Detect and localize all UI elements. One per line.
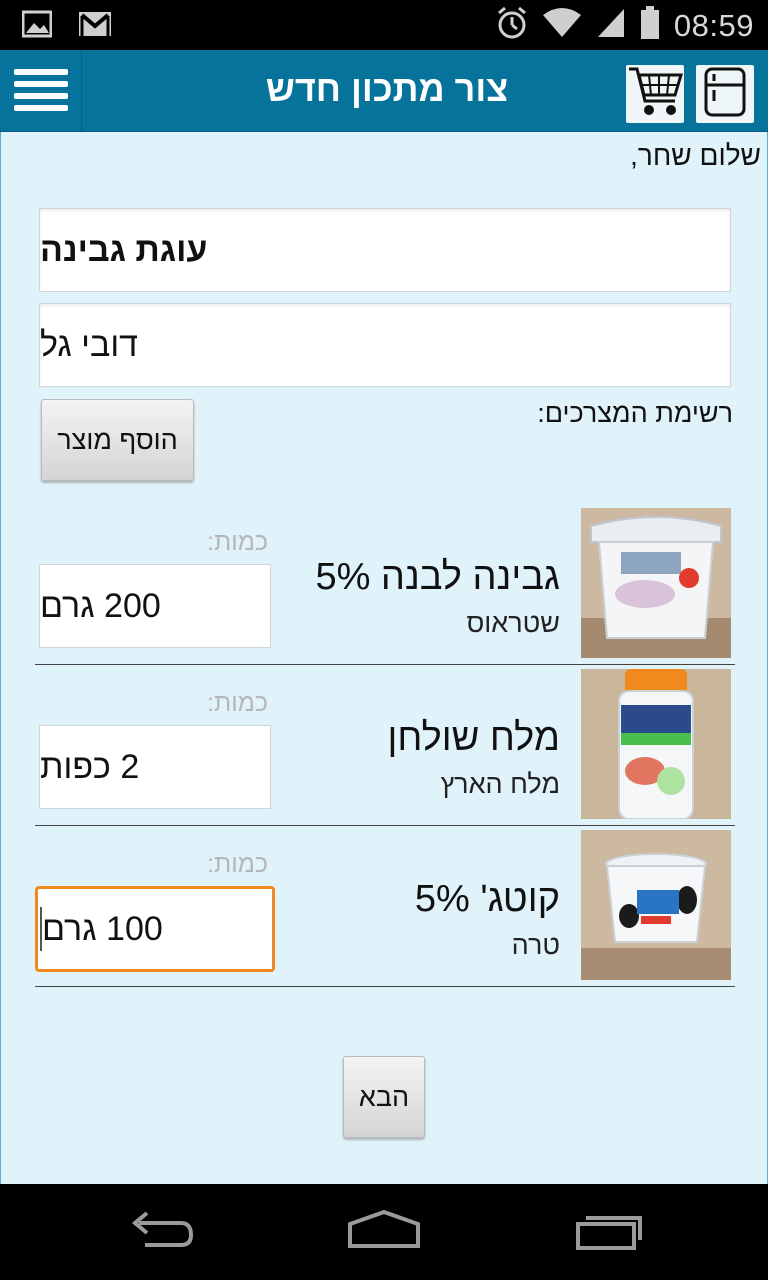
quantity-label: כמות: [207, 689, 269, 717]
ingredient-name: מלח שולחן [387, 717, 560, 759]
fridge-icon [703, 67, 747, 122]
back-icon [125, 1210, 195, 1254]
quantity-input[interactable]: 2 כפות [39, 725, 271, 809]
cottage-cheese-image [581, 830, 731, 980]
hamburger-menu-icon [13, 67, 68, 116]
author-input[interactable]: דובי גל [39, 303, 731, 387]
quantity-value: 100 גרם [42, 909, 163, 948]
shopping-cart-icon [627, 65, 684, 124]
menu-button[interactable] [0, 50, 82, 132]
recipe-name-input[interactable]: עוגת גבינה [39, 208, 731, 292]
recent-apps-button[interactable] [560, 1204, 660, 1260]
ingredient-row: מלח שולחן מלח הארץ כמות: 2 כפות [35, 665, 735, 826]
quantity-input[interactable]: 200 גרם [39, 564, 271, 648]
quantity-label: כמות: [207, 528, 269, 556]
home-icon [346, 1209, 422, 1255]
ingredient-brand: שטראוס [466, 608, 560, 638]
back-button[interactable] [110, 1204, 210, 1260]
ingredient-brand: מלח הארץ [440, 769, 560, 799]
fridge-button[interactable] [696, 65, 754, 123]
cart-button[interactable] [626, 65, 684, 123]
white-cheese-image [581, 508, 731, 658]
battery-icon [640, 6, 660, 45]
app-bar: צור מתכון חדש [0, 50, 768, 132]
ingredients-list-label: רשימת המצרכים: [537, 398, 733, 428]
greeting-text: שלום שחר, [630, 140, 761, 171]
text-cursor [40, 907, 42, 951]
gallery-icon [21, 10, 53, 43]
navigation-bar [0, 1184, 768, 1280]
salt-image [581, 669, 731, 819]
gmail-icon [78, 10, 112, 43]
ingredient-brand: טרה [511, 930, 560, 960]
status-bar: 08:59 [0, 0, 768, 50]
signal-icon [596, 7, 626, 44]
home-button[interactable] [334, 1204, 434, 1260]
ingredient-row: גבינה לבנה 5% שטראוס כמות: 200 גרם [35, 504, 735, 665]
recipe-form: שלום שחר, עוגת גבינה דובי גל רשימת המצרכ… [0, 132, 768, 1184]
recent-apps-icon [574, 1210, 646, 1255]
ingredient-name: גבינה לבנה 5% [315, 556, 560, 598]
add-product-button[interactable]: הוסף מוצר [41, 399, 194, 481]
ingredient-row: קוטג' 5% טרה כמות: 100 גרם [35, 826, 735, 987]
wifi-icon [542, 7, 582, 44]
screen: 08:59 צור מתכון חדש שלום שחר, עוגת גבינה… [0, 0, 768, 1280]
alarm-icon [496, 6, 528, 45]
quantity-label: כמות: [207, 850, 269, 878]
page-title: צור מתכון חדש [265, 68, 509, 109]
quantity-input-focused[interactable]: 100 גרם [35, 886, 275, 972]
clock-time: 08:59 [673, 7, 754, 43]
ingredient-name: קוטג' 5% [414, 878, 560, 920]
next-button[interactable]: הבא [343, 1056, 425, 1138]
